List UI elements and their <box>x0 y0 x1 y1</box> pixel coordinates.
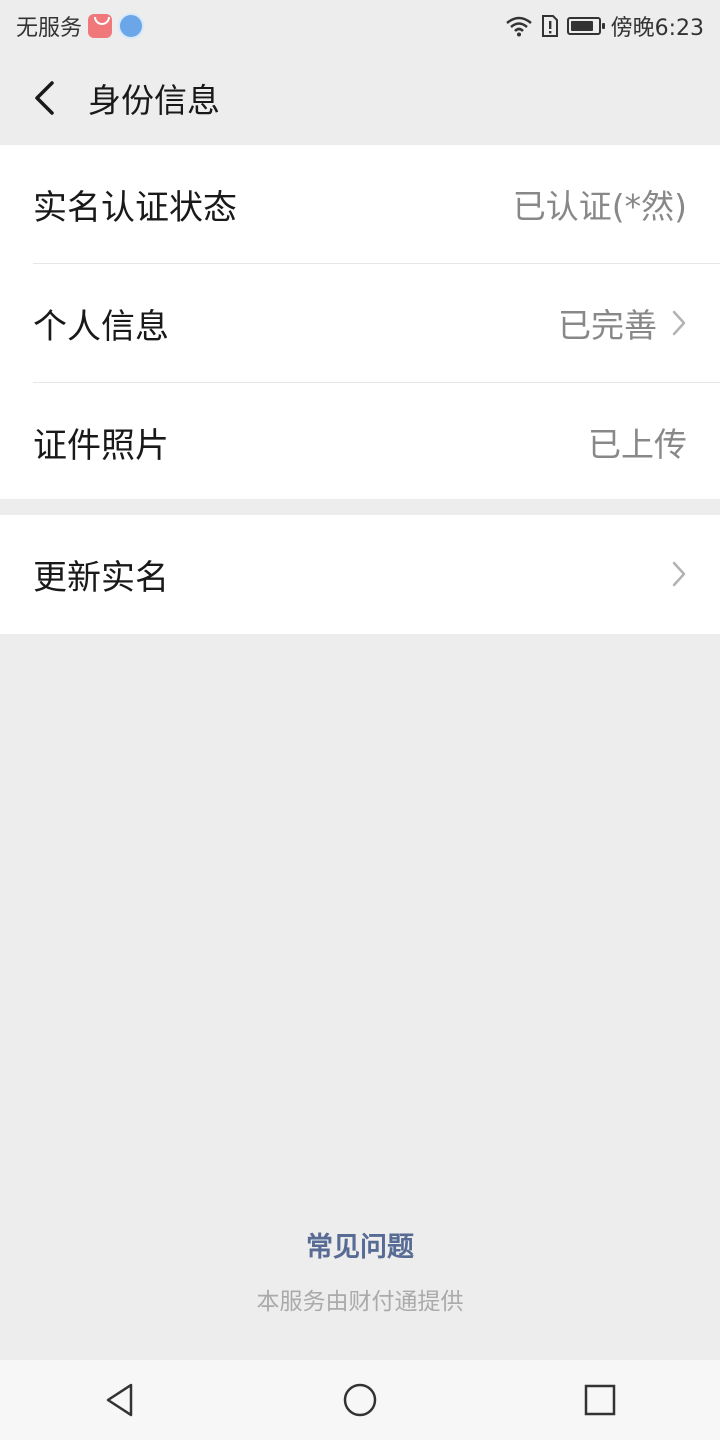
status-left: 无服务 <box>0 10 145 42</box>
system-navigation-bar <box>0 1360 720 1440</box>
status-right: 傍晚6:23 <box>505 10 720 42</box>
browser-icon <box>118 13 145 39</box>
navigation-bar: 身份信息 <box>0 52 720 144</box>
battery-icon <box>566 17 605 35</box>
identity-info-card: 实名认证状态 已认证(*然) 个人信息 已完善 证件照片 已上传 <box>0 145 720 499</box>
verification-status-value: 已认证(*然) <box>512 187 687 226</box>
update-card: 更新实名 <box>0 515 720 634</box>
chevron-right-icon <box>671 560 687 588</box>
footer: 常见问题 本服务由财付通提供 <box>0 1225 720 1316</box>
recents-square-icon <box>584 1384 616 1416</box>
system-back-button[interactable] <box>60 1360 180 1440</box>
id-photo-label: 证件照片 <box>33 425 169 466</box>
provider-text: 本服务由财付通提供 <box>256 1289 464 1315</box>
personal-info-value: 已完善 <box>558 306 657 345</box>
id-photo-row: 证件照片 已上传 <box>0 383 720 501</box>
status-bar: 无服务 傍晚6:23 <box>0 0 720 52</box>
update-real-name-label: 更新实名 <box>33 557 169 598</box>
back-button[interactable] <box>0 52 88 144</box>
faq-link[interactable]: 常见问题 <box>0 1225 720 1264</box>
verification-status-row: 实名认证状态 已认证(*然) <box>0 145 720 263</box>
wifi-icon <box>505 16 532 37</box>
personal-info-label: 个人信息 <box>33 306 169 347</box>
system-recents-button[interactable] <box>540 1360 660 1440</box>
verification-status-label: 实名认证状态 <box>33 187 237 228</box>
home-circle-icon <box>343 1383 377 1417</box>
page-title: 身份信息 <box>88 81 220 120</box>
chevron-right-icon <box>671 309 687 337</box>
id-photo-value: 已上传 <box>588 425 687 464</box>
app-store-icon <box>88 14 113 38</box>
chevron-left-icon <box>35 81 54 115</box>
back-triangle-icon <box>106 1383 133 1417</box>
personal-info-row[interactable]: 个人信息 已完善 <box>0 264 720 382</box>
status-time: 傍晚6:23 <box>610 16 704 41</box>
carrier-text: 无服务 <box>16 16 83 41</box>
sim-alert-icon <box>541 15 558 37</box>
update-real-name-row[interactable]: 更新实名 <box>0 515 720 633</box>
system-home-button[interactable] <box>300 1360 420 1440</box>
